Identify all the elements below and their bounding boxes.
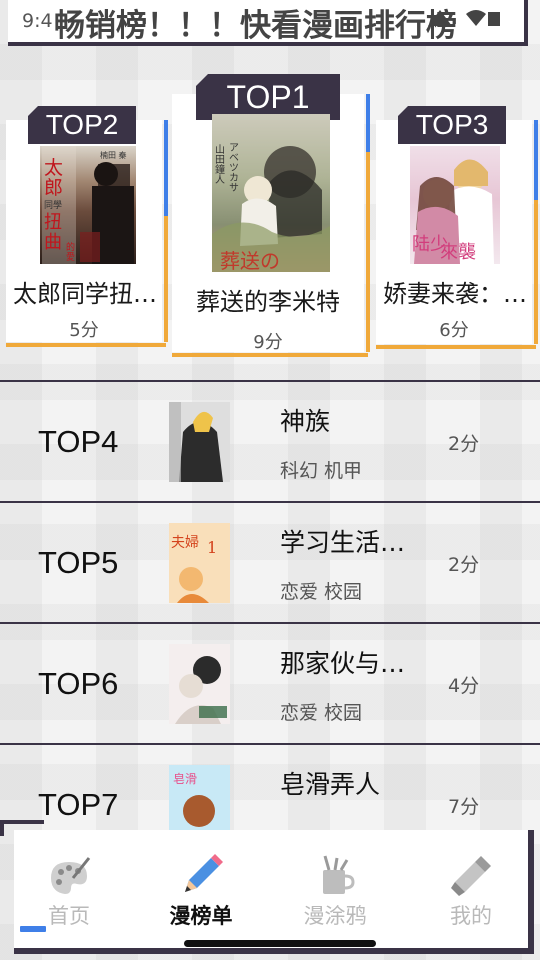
row-score: 2分 xyxy=(448,433,480,455)
cover-image[interactable] xyxy=(169,402,230,482)
svg-text:太: 太 xyxy=(44,157,63,179)
row-tags: 恋爱 校园 xyxy=(280,702,363,724)
podium-title-top3[interactable]: 娇妻来袭：… xyxy=(378,274,532,309)
nav-label: 漫榜单 xyxy=(169,904,233,928)
nav-active-indicator xyxy=(20,926,46,932)
podium-score-top1: 9分 xyxy=(253,332,283,353)
screen: 9:4 畅销榜！！！快看漫画排行榜 TOP2 太 郎 同學 扭 曲 的 愛 楠田… xyxy=(0,0,540,960)
paint-tube-icon xyxy=(451,856,491,896)
nav-label: 我的 xyxy=(450,904,492,928)
rank-label: TOP3 xyxy=(415,109,489,140)
cover-image[interactable] xyxy=(169,644,230,724)
nav-item-profile[interactable]: 我的 xyxy=(416,850,526,946)
page-title: 畅销榜！！！快看漫画排行榜 xyxy=(54,8,457,44)
battery-icon xyxy=(488,12,500,26)
podium-score-top3: 6分 xyxy=(439,320,469,341)
rank-label: TOP5 xyxy=(38,545,119,580)
cover-art: 陆少 來襲 xyxy=(412,159,494,264)
rank-tab-top3: TOP3 xyxy=(398,106,506,144)
row-title[interactable]: 神族 xyxy=(280,402,408,438)
wifi-icon xyxy=(466,10,486,26)
svg-text:葬送の: 葬送の xyxy=(220,249,280,272)
svg-text:的: 的 xyxy=(66,241,75,253)
rank-label: TOP7 xyxy=(38,787,119,822)
list-row-top5[interactable]: TOP5 夫婦 1 学习生活… 恋爱 校园 2分 xyxy=(0,501,540,621)
rank-label: TOP1 xyxy=(226,79,310,115)
cover-image[interactable]: 太 郎 同學 扭 曲 的 愛 楠田 秦 xyxy=(40,146,136,264)
svg-text:郎: 郎 xyxy=(44,177,63,199)
svg-text:楠田 秦: 楠田 秦 xyxy=(100,150,127,160)
svg-text:扭: 扭 xyxy=(44,212,62,233)
svg-text:アベツカサ: アベツカサ xyxy=(227,142,239,192)
svg-text:同學: 同學 xyxy=(44,199,62,211)
signal-icon xyxy=(428,10,452,26)
cover-art: 夫婦 1 xyxy=(169,523,230,603)
podium-title-top2[interactable]: 太郎同学扭… xyxy=(8,274,162,309)
home-indicator[interactable] xyxy=(184,940,376,947)
row-title[interactable]: 学习生活… xyxy=(280,523,408,559)
cover-art xyxy=(169,644,230,724)
cover-image[interactable]: 山田鐘人 アベツカサ 葬送の xyxy=(212,114,330,272)
row-title[interactable]: 那家伙与… xyxy=(280,644,408,680)
nav-item-doodle[interactable]: 漫涂鸦 xyxy=(280,850,390,946)
cover-image[interactable]: 夫婦 1 xyxy=(169,523,230,603)
podium-score-top2: 5分 xyxy=(69,320,99,341)
podium-title-top1[interactable]: 葬送的李米特 xyxy=(176,282,360,317)
cover-image[interactable]: 陆少 來襲 xyxy=(410,146,500,264)
status-icons xyxy=(428,10,500,26)
nav-label: 漫涂鸦 xyxy=(303,904,367,928)
pencil-icon xyxy=(185,854,223,892)
svg-text:皂滑: 皂滑 xyxy=(173,772,197,786)
list-row-top4[interactable]: TOP4 神族 科幻 机甲 2分 xyxy=(0,380,540,500)
cover-art: 太 郎 同學 扭 曲 的 愛 楠田 秦 xyxy=(42,146,134,264)
cover-art xyxy=(169,402,230,482)
row-score: 4分 xyxy=(448,675,480,697)
svg-text:愛: 愛 xyxy=(66,251,75,263)
row-tags: 恋爱 校园 xyxy=(280,581,363,603)
brush-cup-icon xyxy=(323,855,355,894)
svg-text:來襲: 來襲 xyxy=(440,242,476,263)
rank-tab-top2: TOP2 xyxy=(28,106,136,144)
row-title[interactable]: 皂滑弄人 xyxy=(280,765,408,801)
status-time: 9:4 xyxy=(22,10,53,32)
row-score: 7分 xyxy=(448,796,480,818)
podium-card-top1[interactable]: TOP1 山田鐘人 アベツカサ 葬送の 葬送的李米特 9分 xyxy=(172,74,370,357)
rank-label: TOP6 xyxy=(38,666,119,701)
list-row-top6[interactable]: TOP6 那家伙与… 恋爱 校园 4分 xyxy=(0,622,540,742)
row-score: 2分 xyxy=(448,554,480,576)
podium-card-top3[interactable]: TOP3 陆少 來襲 娇妻来袭：… 6分 xyxy=(376,106,538,349)
title-banner: 9:4 畅销榜！！！快看漫画排行榜 xyxy=(8,0,528,46)
podium-card-top2[interactable]: TOP2 太 郎 同學 扭 曲 的 愛 楠田 秦 太郎同学扭… 5分 xyxy=(6,106,168,347)
svg-text:夫婦: 夫婦 xyxy=(171,534,199,551)
bottom-nav: 首页 漫榜单 漫涂鸦 我的 xyxy=(14,830,534,954)
svg-text:1: 1 xyxy=(207,538,217,557)
row-tags: 科幻 机甲 xyxy=(280,460,363,482)
palette-icon xyxy=(51,857,91,894)
svg-text:曲: 曲 xyxy=(44,232,62,253)
rank-label: TOP2 xyxy=(45,109,119,140)
rank-label: TOP4 xyxy=(38,424,119,459)
nav-item-ranking[interactable]: 漫榜单 xyxy=(146,850,256,946)
svg-text:山田鐘人: 山田鐘人 xyxy=(213,144,225,184)
cover-art: 山田鐘人 アベツカサ 葬送の xyxy=(212,114,330,272)
